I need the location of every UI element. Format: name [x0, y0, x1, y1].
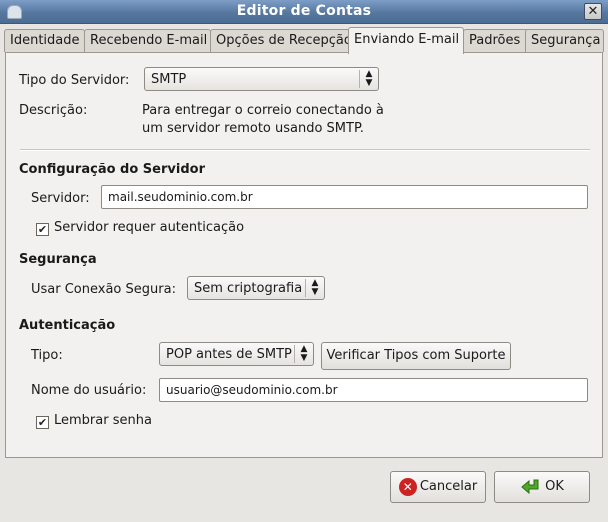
tab-recebendo-email[interactable]: Recebendo E-mail — [84, 29, 211, 52]
tab-padroes[interactable]: Padrões — [463, 29, 530, 52]
auth-type-label: Tipo: — [31, 348, 63, 363]
username-input[interactable]: usuario@seudominio.com.br — [159, 378, 588, 402]
ok-label: OK — [545, 479, 564, 494]
auth-required-checkbox[interactable]: ✔ — [36, 223, 49, 236]
secure-connection-combo[interactable]: Sem criptografia ▲ ▼ — [187, 276, 325, 300]
remember-password-checkbox[interactable]: ✔ — [36, 416, 49, 429]
check-supported-types-button[interactable]: Verificar Tipos com Suporte — [321, 342, 511, 370]
combo-arrow-icon: ▲ ▼ — [359, 70, 378, 88]
server-input[interactable]: mail.seudominio.com.br — [101, 185, 588, 209]
secure-connection-label: Usar Conexão Segura: — [31, 282, 176, 297]
secure-connection-value: Sem criptografia — [194, 281, 303, 296]
security-heading: Segurança — [19, 252, 97, 267]
title-bar: Editor de Contas ✕ — [0, 0, 608, 24]
remember-password-label[interactable]: Lembrar senha — [54, 413, 152, 428]
tab-seguranca[interactable]: Segurança — [525, 29, 604, 52]
cancel-button[interactable]: ✕ Cancelar — [390, 471, 486, 503]
cancel-label: Cancelar — [419, 479, 478, 494]
auth-type-value: POP antes de SMTP — [166, 347, 292, 362]
tab-opcoes-recepcao[interactable]: Opções de Recepção — [210, 29, 352, 52]
description-line2: um servidor remoto usando SMTP. — [142, 121, 364, 136]
tab-panel: Tipo do Servidor: SMTP ▲ ▼ Descrição: Par… — [5, 52, 603, 458]
tab-identidade[interactable]: Identidade — [4, 29, 85, 52]
server-type-value: SMTP — [151, 72, 187, 87]
combo-arrow-icon: ▲ ▼ — [294, 345, 313, 363]
separator — [20, 149, 590, 151]
close-button[interactable]: ✕ — [584, 3, 602, 20]
combo-arrow-icon: ▲ ▼ — [305, 279, 324, 297]
description-label: Descrição: — [19, 103, 88, 118]
description-line1: Para entregar o correio conectando à — [142, 103, 384, 118]
auth-type-combo[interactable]: POP antes de SMTP ▲ ▼ — [159, 342, 314, 366]
authentication-heading: Autenticação — [19, 318, 116, 333]
server-label: Servidor: — [31, 191, 90, 206]
tab-bar: Identidade Recebendo E-mail Opções de Re… — [4, 27, 604, 54]
server-type-combo[interactable]: SMTP ▲ ▼ — [144, 67, 379, 91]
auth-required-label[interactable]: Servidor requer autenticação — [54, 220, 244, 235]
window-title: Editor de Contas — [236, 3, 372, 19]
username-label: Nome do usuário: — [31, 383, 147, 398]
tab-enviando-email[interactable]: Enviando E-mail — [348, 27, 464, 54]
ok-button[interactable]: OK — [494, 471, 590, 503]
green-arrow-icon — [521, 479, 539, 494]
server-config-heading: Configuração do Servidor — [19, 162, 205, 177]
cancel-icon: ✕ — [398, 477, 417, 496]
server-type-label: Tipo do Servidor: — [19, 73, 130, 88]
